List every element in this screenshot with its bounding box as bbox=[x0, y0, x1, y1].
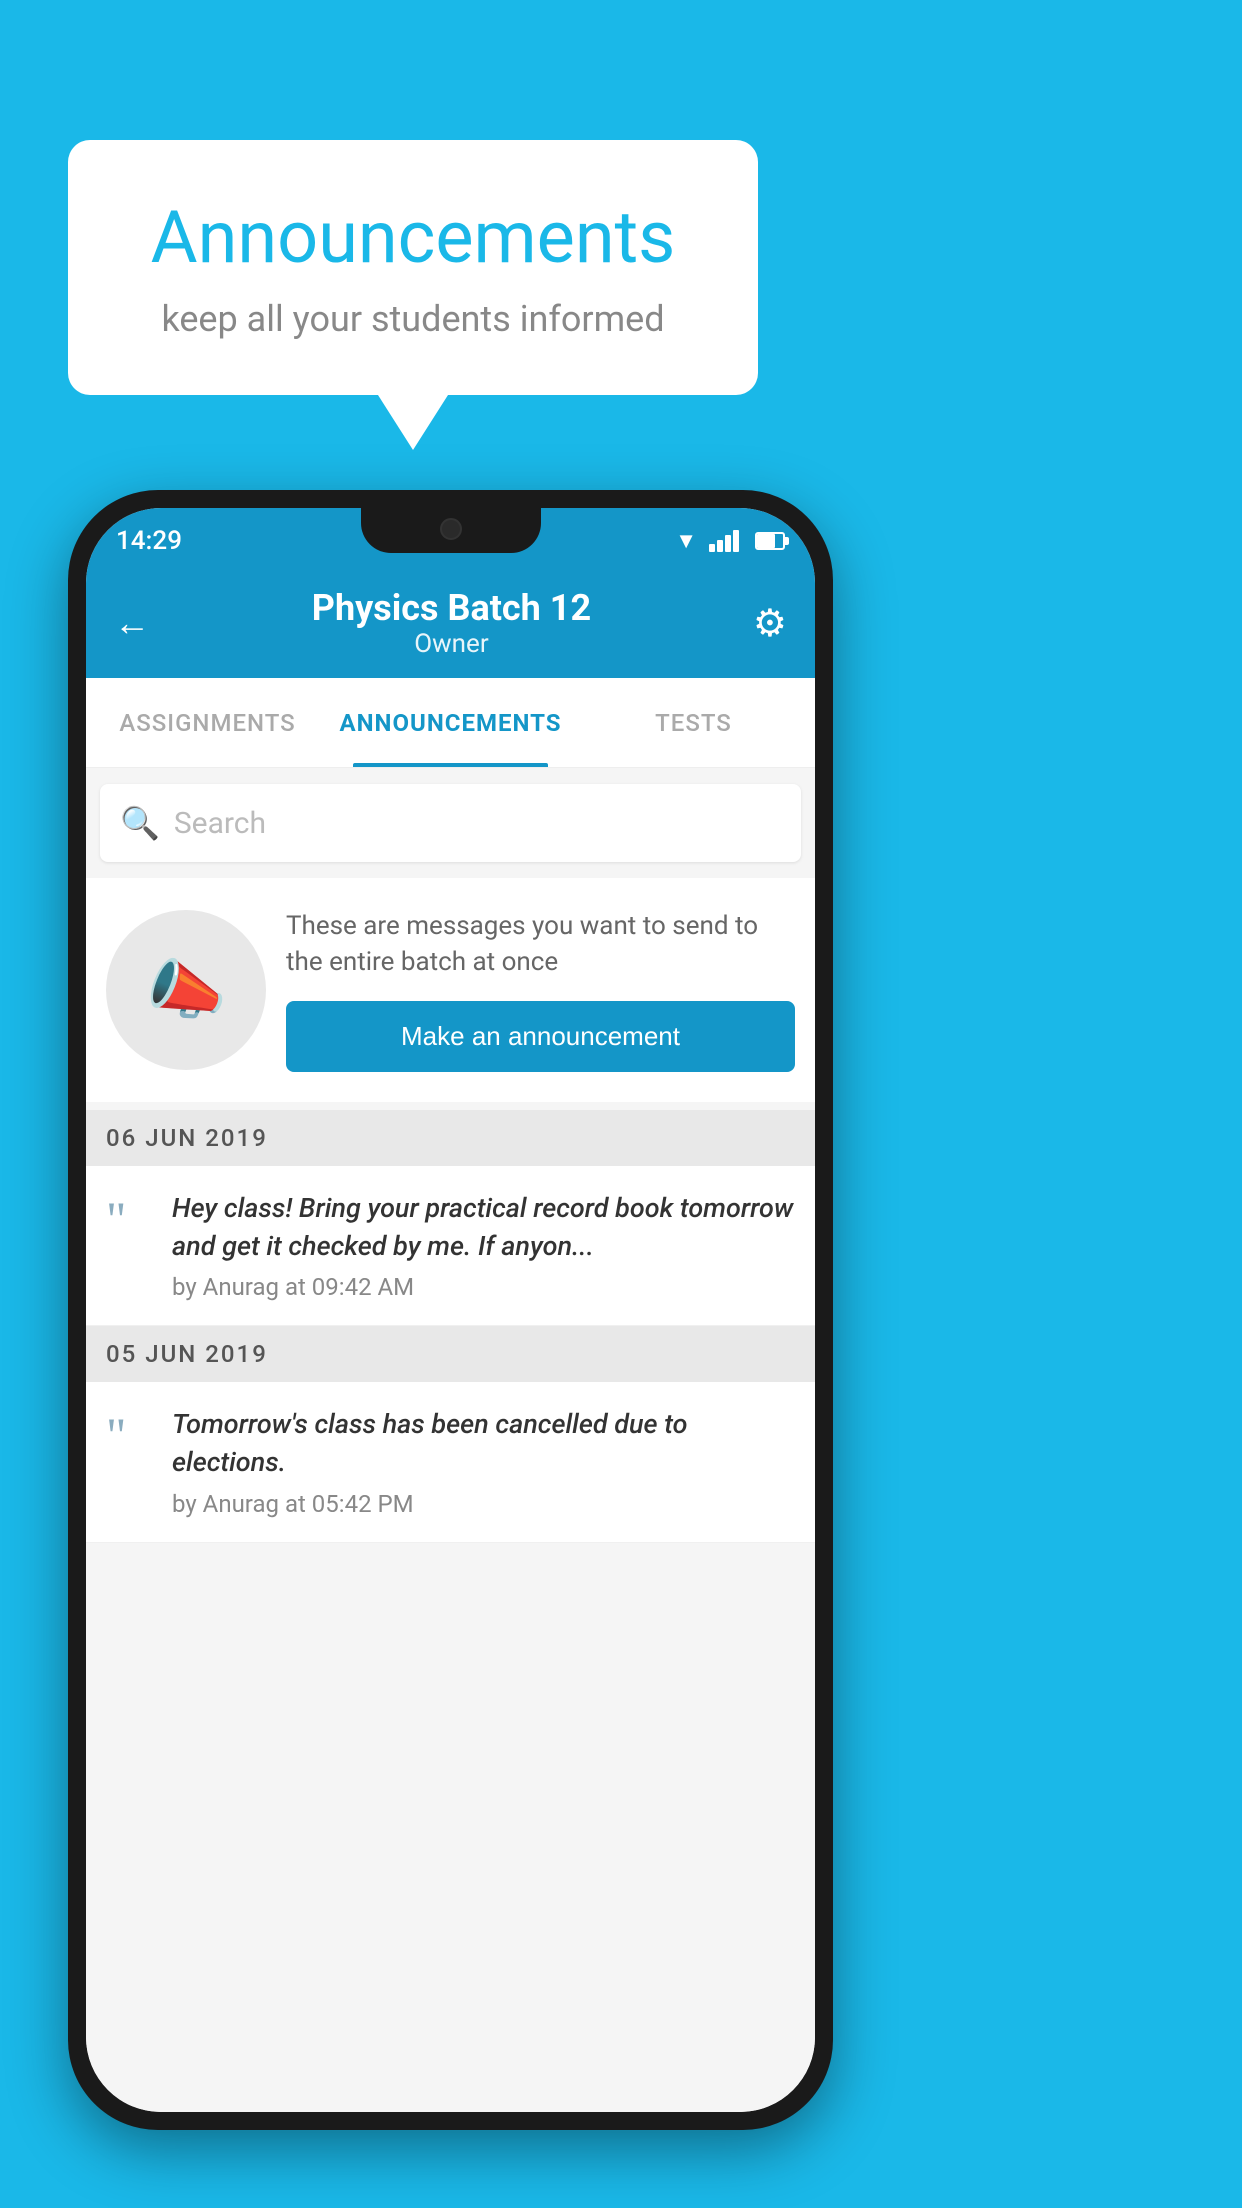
status-icons: ▼ bbox=[675, 528, 785, 554]
phone-notch bbox=[361, 508, 541, 553]
quote-icon-2: " bbox=[106, 1410, 156, 1460]
content-area: 🔍 Search 📣 These are messages you want t… bbox=[86, 768, 815, 2112]
phone-screen: 14:29 ▼ ← bbox=[86, 508, 815, 2112]
quote-icon-1: " bbox=[106, 1194, 156, 1244]
batch-subtitle: Owner bbox=[312, 629, 591, 659]
speech-bubble-container: Announcements keep all your students inf… bbox=[68, 140, 758, 450]
signal-icon bbox=[709, 530, 739, 552]
phone-outer: 14:29 ▼ ← bbox=[68, 490, 833, 2130]
announcement-item-2[interactable]: " Tomorrow's class has been cancelled du… bbox=[86, 1382, 815, 1543]
date-divider-2: 05 JUN 2019 bbox=[86, 1326, 815, 1382]
batch-title: Physics Batch 12 bbox=[312, 587, 591, 629]
announcement-meta-1: by Anurag at 09:42 AM bbox=[172, 1273, 795, 1301]
tab-tests[interactable]: TESTS bbox=[572, 678, 815, 767]
battery-icon bbox=[755, 532, 785, 550]
speech-bubble-arrow bbox=[378, 395, 448, 450]
cta-description: These are messages you want to send to t… bbox=[286, 908, 795, 981]
app-bar-center: Physics Batch 12 Owner bbox=[312, 587, 591, 659]
back-button[interactable]: ← bbox=[114, 602, 150, 644]
phone-camera bbox=[440, 518, 462, 540]
announcement-item-1[interactable]: " Hey class! Bring your practical record… bbox=[86, 1166, 815, 1327]
megaphone-circle: 📣 bbox=[106, 910, 266, 1070]
announcement-text-2: Tomorrow's class has been cancelled due … bbox=[172, 1406, 795, 1482]
announcement-content-2: Tomorrow's class has been cancelled due … bbox=[172, 1406, 795, 1518]
speech-bubble-title: Announcements bbox=[128, 195, 698, 280]
speech-bubble: Announcements keep all your students inf… bbox=[68, 140, 758, 395]
tab-assignments[interactable]: ASSIGNMENTS bbox=[86, 678, 329, 767]
settings-button[interactable]: ⚙ bbox=[753, 601, 787, 646]
search-placeholder: Search bbox=[174, 806, 266, 841]
wifi-icon: ▼ bbox=[675, 528, 697, 554]
make-announcement-button[interactable]: Make an announcement bbox=[286, 1001, 795, 1072]
tab-announcements[interactable]: ANNOUNCEMENTS bbox=[329, 678, 572, 767]
announcement-content-1: Hey class! Bring your practical record b… bbox=[172, 1190, 795, 1302]
search-icon: 🔍 bbox=[120, 804, 160, 842]
announcement-cta: 📣 These are messages you want to send to… bbox=[86, 878, 815, 1102]
phone-container: 14:29 ▼ ← bbox=[68, 490, 833, 2130]
app-bar: ← Physics Batch 12 Owner ⚙ bbox=[86, 568, 815, 678]
status-time: 14:29 bbox=[116, 526, 182, 556]
speech-bubble-subtitle: keep all your students informed bbox=[128, 298, 698, 340]
search-bar[interactable]: 🔍 Search bbox=[100, 784, 801, 862]
megaphone-icon: 📣 bbox=[146, 952, 227, 1028]
announcement-meta-2: by Anurag at 05:42 PM bbox=[172, 1490, 795, 1518]
date-divider-1: 06 JUN 2019 bbox=[86, 1110, 815, 1166]
announcement-text-1: Hey class! Bring your practical record b… bbox=[172, 1190, 795, 1266]
tabs-container: ASSIGNMENTS ANNOUNCEMENTS TESTS bbox=[86, 678, 815, 768]
cta-right: These are messages you want to send to t… bbox=[286, 908, 795, 1072]
